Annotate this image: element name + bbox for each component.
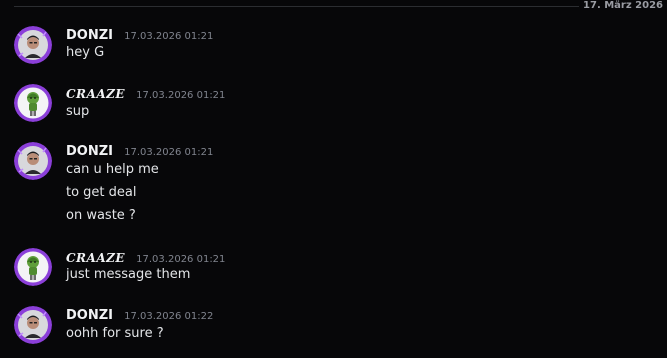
- author-name[interactable]: DONZI: [66, 308, 113, 323]
- author-name[interactable]: DONZI: [66, 28, 113, 43]
- message-timestamp[interactable]: 17.03.2026 01:22: [124, 311, 213, 322]
- avatar-craaze[interactable]: [14, 84, 52, 122]
- message-timestamp[interactable]: 17.03.2026 01:21: [124, 31, 213, 42]
- message-header: CRAAZE 17.03.2026 01:21: [66, 85, 225, 104]
- message-timestamp[interactable]: 17.03.2026 01:21: [124, 147, 213, 158]
- divider-line: [14, 6, 599, 7]
- message-text: hey G: [66, 45, 105, 60]
- message-text: just message them: [66, 267, 191, 282]
- avatar-donzi[interactable]: [14, 306, 52, 344]
- divider-date: 17. März 2026: [579, 0, 663, 12]
- person-avatar-icon: [14, 26, 52, 64]
- avatar-donzi[interactable]: [14, 26, 52, 64]
- message-text: can u help me: [66, 162, 159, 177]
- author-name[interactable]: CRAAZE: [66, 251, 125, 265]
- message-header: DONZI 17.03.2026 01:21: [66, 26, 213, 45]
- message-text: sup: [66, 104, 90, 119]
- message-text: on waste ?: [66, 208, 136, 223]
- message-text: oohh for sure ?: [66, 326, 164, 341]
- message-header: DONZI 17.03.2026 01:22: [66, 306, 213, 325]
- green-character-avatar-icon: [14, 84, 52, 122]
- author-name[interactable]: CRAAZE: [66, 87, 125, 101]
- message-text: to get deal: [66, 185, 137, 200]
- green-character-avatar-icon: [14, 248, 52, 286]
- author-name[interactable]: DONZI: [66, 144, 113, 159]
- avatar-donzi[interactable]: [14, 142, 52, 180]
- person-avatar-icon: [14, 142, 52, 180]
- message-header: CRAAZE 17.03.2026 01:21: [66, 249, 225, 268]
- message-timestamp[interactable]: 17.03.2026 01:21: [136, 254, 225, 265]
- person-avatar-icon: [14, 306, 52, 344]
- message-timestamp[interactable]: 17.03.2026 01:21: [136, 90, 225, 101]
- message-header: DONZI 17.03.2026 01:21: [66, 142, 213, 161]
- avatar-craaze[interactable]: [14, 248, 52, 286]
